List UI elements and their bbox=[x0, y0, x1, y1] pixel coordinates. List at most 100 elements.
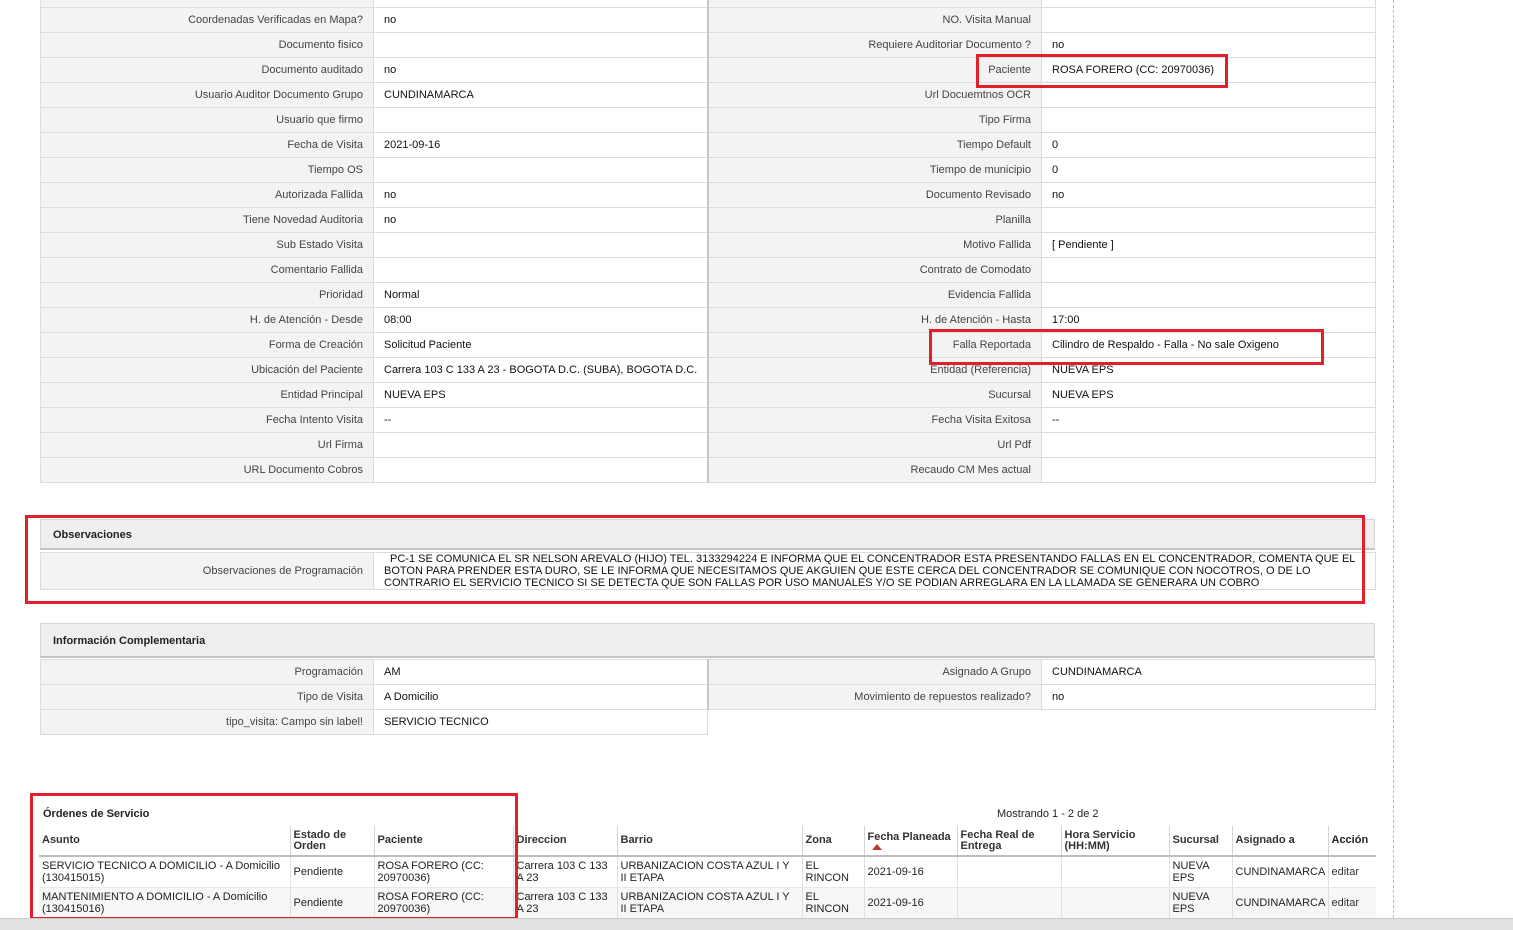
ordenes-table: Asunto Estado de Orden Paciente Direccio… bbox=[39, 826, 1376, 919]
table-row: SERVICIO TECNICO A DOMICILIO - A Domicil… bbox=[39, 856, 1376, 888]
field-label: Documento fisico bbox=[278, 39, 363, 51]
field-value: no bbox=[384, 189, 397, 201]
horizontal-scrollbar[interactable] bbox=[0, 918, 1513, 930]
col-zona[interactable]: Zona bbox=[801, 826, 864, 857]
col-estado[interactable]: Estado de Orden bbox=[289, 826, 374, 857]
field-label: Prioridad bbox=[318, 289, 363, 301]
editar-link[interactable]: editar bbox=[1332, 897, 1360, 909]
field-label: Documento Revisado bbox=[925, 189, 1031, 201]
detail-row: Fecha de Visita 2021-09-16 Tiempo Default 0 bbox=[40, 132, 1376, 158]
field-label: Requiere Auditoriar Documento ? bbox=[868, 39, 1031, 51]
detail-row: Entidad Principal NUEVA EPS Sucursal NUEVA … bbox=[40, 382, 1376, 408]
detail-row: Sub Estado Visita Motivo Fallida [ Pendien… bbox=[40, 232, 1376, 258]
field-label: Tipo de Visita bbox=[296, 691, 363, 703]
col-asunto[interactable]: Asunto bbox=[39, 826, 290, 857]
col-hora-servicio[interactable]: Hora Servicio (HH:MM) bbox=[1060, 826, 1169, 857]
field-value: 0 bbox=[1052, 164, 1059, 176]
field-label: tipo_visita: Campo sin label! bbox=[226, 716, 363, 728]
cell-barrio: URBANIZACION COSTA AZUL I Y II ETAPA bbox=[616, 887, 802, 919]
field-value: no bbox=[384, 14, 397, 26]
col-fecha-planeada[interactable]: Fecha Planeada bbox=[863, 826, 957, 857]
field-label: Recaudo CM Mes actual bbox=[910, 464, 1031, 476]
detail-fields: Coordenadas Verificadas en Mapa? no NO. Vi… bbox=[40, 7, 1376, 483]
sort-asc-icon bbox=[871, 843, 882, 850]
cell-fecha-real bbox=[956, 887, 1061, 919]
pagination-info: Mostrando 1 - 2 de 2 bbox=[997, 808, 1099, 820]
col-direccion[interactable]: Direccion bbox=[512, 826, 617, 857]
complementaria-row: Tipo de Visita A Domicilio Movimiento de… bbox=[40, 684, 1376, 710]
field-label: Url Docuemtnos OCR bbox=[924, 89, 1031, 101]
field-label: Evidencia Fallida bbox=[947, 289, 1031, 301]
field-label: Asignado A Grupo bbox=[942, 666, 1031, 678]
field-label: Entidad Principal bbox=[280, 389, 363, 401]
detail-row: Documento auditado no Paciente ROSA FORERO … bbox=[40, 57, 1376, 83]
cell-zona: EL RINCON bbox=[801, 887, 864, 919]
detail-row: Forma de Creación Solicitud Paciente Falla… bbox=[40, 332, 1376, 358]
col-asignado[interactable]: Asignado a bbox=[1231, 826, 1328, 857]
cell-paciente: ROSA FORERO (CC: 20970036) bbox=[373, 856, 513, 888]
field-label: Forma de Creación bbox=[268, 339, 363, 351]
field-label: Usuario que firmo bbox=[276, 114, 363, 126]
complementaria-header: Información Complementaria bbox=[40, 623, 1375, 658]
field-value: 17:00 bbox=[1052, 314, 1080, 326]
field-value: A Domicilio bbox=[384, 691, 439, 703]
field-label: Paciente bbox=[988, 64, 1031, 76]
field-label: Url Firma bbox=[317, 439, 363, 451]
cell-estado: Pendiente bbox=[289, 856, 374, 888]
field-label: Entidad (Referencia) bbox=[930, 364, 1031, 376]
col-barrio[interactable]: Barrio bbox=[616, 826, 802, 857]
field-value: no bbox=[384, 64, 397, 76]
cell-asunto: MANTENIMIENTO A DOMICILIO - A Domicilio … bbox=[39, 887, 290, 919]
complementaria-row: tipo_visita: Campo sin label! SERVICIO T… bbox=[40, 709, 1376, 735]
field-label: Fecha de Visita bbox=[287, 139, 363, 151]
field-label: Url Pdf bbox=[997, 439, 1031, 451]
field-label: Tipo Firma bbox=[978, 114, 1031, 126]
field-value: 2021-09-16 bbox=[384, 139, 441, 151]
field-label: Movimiento de repuestos realizado? bbox=[854, 691, 1031, 703]
field-value: NUEVA EPS bbox=[1052, 389, 1114, 401]
cell-sucursal: NUEVA EPS bbox=[1168, 887, 1232, 919]
detail-row: Usuario Auditor Documento Grupo CUNDINAMA… bbox=[40, 82, 1376, 108]
field-label: Motivo Fallida bbox=[963, 239, 1031, 251]
ordenes-title: Órdenes de Servicio bbox=[43, 808, 150, 820]
cell-hora bbox=[1060, 856, 1169, 888]
cell-paciente: ROSA FORERO (CC: 20970036) bbox=[373, 887, 513, 919]
section-title: Observaciones bbox=[53, 529, 132, 541]
field-label: H. de Atención - Hasta bbox=[920, 314, 1031, 326]
detail-row: Coordenadas Verificadas en Mapa? no NO. Vi… bbox=[40, 7, 1376, 33]
detail-row: Prioridad Normal Evidencia Fallida bbox=[40, 282, 1376, 308]
cell-hora bbox=[1060, 887, 1169, 919]
detail-row: Tiene Novedad Auditoria no Planilla bbox=[40, 207, 1376, 233]
field-value: 08:00 bbox=[384, 314, 412, 326]
detail-row: Ubicación del Paciente Carrera 103 C 133 … bbox=[40, 357, 1376, 383]
field-label: Contrato de Comodato bbox=[919, 264, 1031, 276]
field-label: H. de Atención - Desde bbox=[249, 314, 363, 326]
field-value: NUEVA EPS bbox=[384, 389, 446, 401]
field-label: Programación bbox=[294, 666, 363, 678]
field-value: Carrera 103 C 133 A 23 - BOGOTA D.C. (SU… bbox=[384, 364, 698, 376]
cell-asunto: SERVICIO TECNICO A DOMICILIO - A Domicil… bbox=[39, 856, 290, 888]
field-label: Tiempo Default bbox=[956, 139, 1031, 151]
field-value: -- bbox=[1052, 414, 1060, 426]
detail-row: URL Documento Cobros Recaudo CM Mes actua… bbox=[40, 457, 1376, 483]
field-value: SERVICIO TECNICO bbox=[384, 716, 489, 728]
field-value: no bbox=[384, 214, 397, 226]
field-value: CUNDINAMARCA bbox=[384, 89, 474, 101]
cell-asignado: CUNDINAMARCA bbox=[1231, 887, 1328, 919]
col-sucursal[interactable]: Sucursal bbox=[1168, 826, 1232, 857]
field-label: Fecha Visita Exitosa bbox=[931, 414, 1031, 426]
field-label: Tiempo OS bbox=[307, 164, 363, 176]
cell-fecha-planeada: 2021-09-16 bbox=[863, 856, 957, 888]
cell-direccion: Carrera 103 C 133 A 23 bbox=[512, 887, 617, 919]
field-label: NO. Visita Manual bbox=[942, 14, 1031, 26]
cell-fecha-planeada: 2021-09-16 bbox=[863, 887, 957, 919]
cell-sucursal: NUEVA EPS bbox=[1168, 856, 1232, 888]
field-label: Usuario Auditor Documento Grupo bbox=[194, 89, 363, 101]
col-paciente[interactable]: Paciente bbox=[373, 826, 513, 857]
field-value: Normal bbox=[384, 289, 420, 301]
editar-link[interactable]: editar bbox=[1332, 866, 1360, 878]
detail-row: Usuario que firmo Tipo Firma bbox=[40, 107, 1376, 133]
field-label: URL Documento Cobros bbox=[243, 464, 363, 476]
field-label: Sucursal bbox=[988, 389, 1031, 401]
col-fecha-real[interactable]: Fecha Real de Entrega bbox=[956, 826, 1061, 857]
